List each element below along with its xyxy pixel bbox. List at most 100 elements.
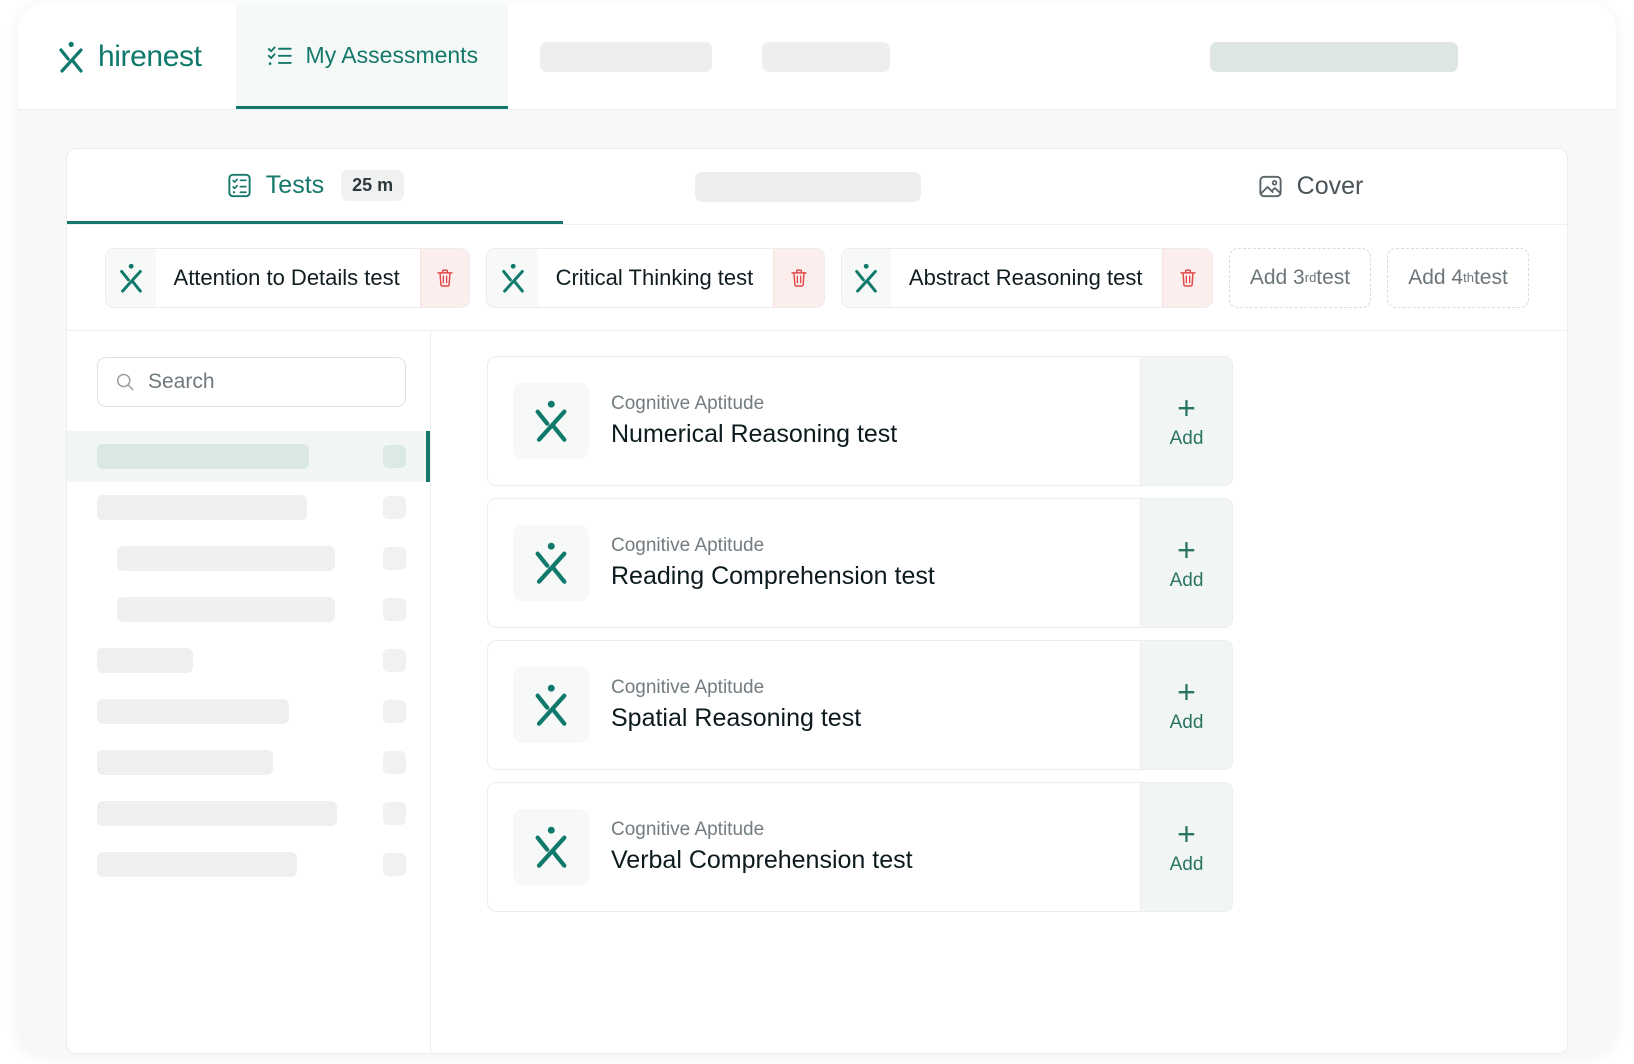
test-result-card[interactable]: Cognitive Aptitude Verbal Comprehension … <box>487 782 1233 912</box>
sidebar-skeleton-row[interactable] <box>67 635 430 686</box>
nav-tab-my-assessments[interactable]: My Assessments <box>235 4 509 109</box>
skeleton-checkbox[interactable] <box>383 853 406 876</box>
hirenest-x-figure-logo-icon <box>841 248 891 307</box>
add-slot-ordinal: th <box>1463 270 1474 285</box>
search-wrap <box>67 331 430 431</box>
skeleton-bar <box>117 597 335 622</box>
skeleton-checkbox[interactable] <box>383 649 406 672</box>
hirenest-x-figure-logo-icon <box>487 248 538 307</box>
add-test-button[interactable]: + Add <box>1140 357 1232 485</box>
test-title: Verbal Comprehension test <box>611 846 913 874</box>
skeleton-bar <box>97 699 289 724</box>
nav-tab-label: My Assessments <box>305 41 479 68</box>
sidebar-skeleton-row[interactable] <box>67 431 430 482</box>
brand-logo[interactable]: hirenest <box>18 4 236 109</box>
nav-placeholder-1[interactable] <box>540 41 713 72</box>
add-button-label: Add <box>1169 712 1204 733</box>
hirenest-x-figure-logo-icon <box>513 667 589 743</box>
sidebar-skeleton-row[interactable] <box>67 737 430 788</box>
test-result-card[interactable]: Cognitive Aptitude Reading Comprehension… <box>487 498 1233 628</box>
test-results-list: Cognitive Aptitude Numerical Reasoning t… <box>431 331 1567 1053</box>
test-result-card[interactable]: Cognitive Aptitude Numerical Reasoning t… <box>487 356 1233 486</box>
add-button-label: Add <box>1169 570 1204 591</box>
tab-cover-label: Cover <box>1296 172 1364 200</box>
search-icon <box>116 373 134 391</box>
skeleton-bar <box>97 648 193 673</box>
skeleton-checkbox[interactable] <box>383 802 406 825</box>
add-button-label: Add <box>1169 428 1204 449</box>
delete-test-button[interactable] <box>419 248 470 307</box>
test-result-main: Cognitive Aptitude Reading Comprehension… <box>488 499 1140 627</box>
app-window: hirenest My Assessments Tests 25 m Cover… <box>18 4 1616 1054</box>
tab-tests-label: Tests <box>265 170 325 199</box>
tests-duration-badge: 25 m <box>341 169 405 201</box>
add-test-button[interactable]: + Add <box>1140 641 1232 769</box>
skeleton-checkbox[interactable] <box>383 445 406 468</box>
skeleton-checkbox[interactable] <box>383 496 406 519</box>
delete-test-button[interactable] <box>773 248 824 307</box>
editor-tabs: Tests 25 m Cover <box>67 149 1567 225</box>
plus-icon: + <box>1177 390 1196 426</box>
hirenest-x-figure-logo-icon <box>59 41 83 73</box>
plus-icon: + <box>1177 816 1196 852</box>
editor-lower-section: Cognitive Aptitude Numerical Reasoning t… <box>67 331 1567 1053</box>
hirenest-x-figure-logo-icon <box>513 383 589 459</box>
sidebar-skeleton-row[interactable] <box>67 482 430 533</box>
skeleton-checkbox[interactable] <box>383 700 406 723</box>
selected-test-chip[interactable]: Abstract Reasoning test <box>840 247 1213 308</box>
skeleton-bar <box>97 801 337 826</box>
selected-test-name: Critical Thinking test <box>555 264 754 290</box>
add-test-button[interactable]: + Add <box>1140 783 1232 911</box>
brand-name: hirenest <box>98 39 202 73</box>
test-title: Numerical Reasoning test <box>611 420 898 448</box>
add-slot-prefix: Add 4 <box>1408 265 1464 289</box>
sidebar-skeleton-row[interactable] <box>67 686 430 737</box>
test-category: Cognitive Aptitude <box>611 677 765 698</box>
search-box[interactable] <box>97 357 406 407</box>
top-navigation-bar: hirenest My Assessments <box>18 4 1616 110</box>
nav-placeholder-3[interactable] <box>1210 41 1458 72</box>
add-third-test-button[interactable]: Add 3rd test <box>1229 247 1371 308</box>
test-result-text: Cognitive Aptitude Numerical Reasoning t… <box>611 393 897 449</box>
add-test-button[interactable]: + Add <box>1140 499 1232 627</box>
add-slot-ordinal: rd <box>1304 270 1317 285</box>
add-slot-suffix: test <box>1473 265 1508 289</box>
selected-test-name: Abstract Reasoning test <box>908 264 1143 290</box>
selected-test-chip[interactable]: Critical Thinking test <box>486 247 825 308</box>
sidebar-skeleton-row[interactable] <box>67 839 430 890</box>
skeleton-checkbox[interactable] <box>383 751 406 774</box>
test-result-text: Cognitive Aptitude Spatial Reasoning tes… <box>611 677 861 733</box>
delete-test-button[interactable] <box>1162 248 1212 307</box>
skeleton-bar <box>97 444 309 469</box>
skeleton-bar <box>97 750 273 775</box>
selected-test-chip[interactable]: Attention to Details test <box>105 247 471 308</box>
hirenest-x-figure-logo-icon <box>106 248 156 307</box>
checklist-icon <box>267 45 292 65</box>
skeleton-checkbox[interactable] <box>383 547 406 570</box>
test-result-main: Cognitive Aptitude Numerical Reasoning t… <box>488 357 1140 485</box>
trash-icon <box>1180 268 1196 287</box>
tab-cover[interactable]: Cover <box>1053 149 1567 224</box>
test-result-main: Cognitive Aptitude Verbal Comprehension … <box>488 783 1140 911</box>
test-list-icon <box>228 173 251 197</box>
tab-tests[interactable]: Tests 25 m <box>67 149 563 224</box>
assessment-editor-panel: Tests 25 m Cover Attention to Details te… <box>66 148 1568 1054</box>
hirenest-x-figure-logo-icon <box>513 809 589 885</box>
nav-placeholder-2[interactable] <box>762 41 891 72</box>
test-title: Reading Comprehension test <box>611 562 935 590</box>
test-result-main: Cognitive Aptitude Spatial Reasoning tes… <box>488 641 1140 769</box>
add-slot-prefix: Add 3 <box>1249 265 1305 289</box>
sidebar-skeleton-row[interactable] <box>67 584 430 635</box>
skeleton-checkbox[interactable] <box>383 598 406 621</box>
skeleton-bar <box>97 852 297 877</box>
add-slot-suffix: test <box>1316 265 1351 289</box>
skeleton-bar <box>97 495 307 520</box>
search-input[interactable] <box>148 370 389 394</box>
tab-placeholder[interactable] <box>695 171 921 202</box>
add-fourth-test-button[interactable]: Add 4th test <box>1387 247 1529 308</box>
plus-icon: + <box>1177 532 1196 568</box>
selected-test-name: Attention to Details test <box>173 264 400 290</box>
test-result-card[interactable]: Cognitive Aptitude Spatial Reasoning tes… <box>487 640 1233 770</box>
sidebar-skeleton-row[interactable] <box>67 788 430 839</box>
sidebar-skeleton-row[interactable] <box>67 533 430 584</box>
